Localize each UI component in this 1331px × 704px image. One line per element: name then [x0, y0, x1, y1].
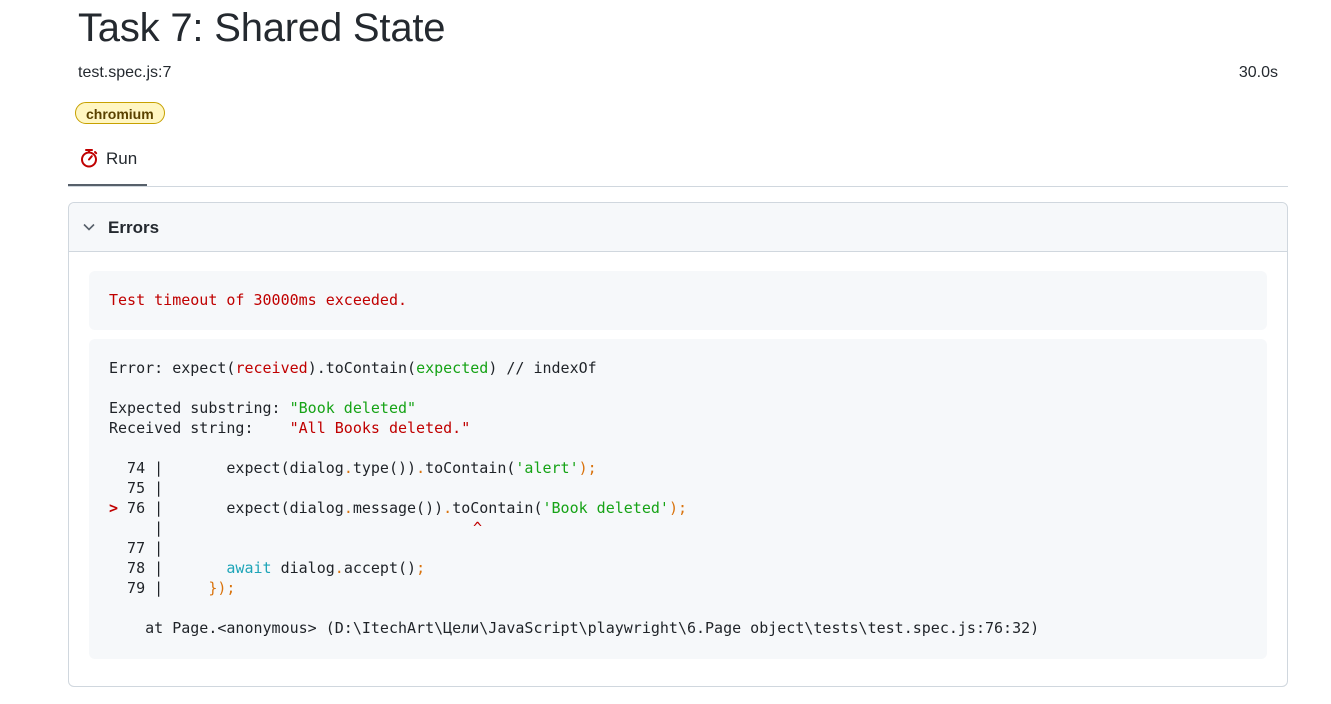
tab-run[interactable]: Run [68, 138, 147, 186]
code-caret-bar: | [109, 519, 164, 537]
code-line-74: 74 | expect(dialog.type()).toContain('al… [109, 459, 597, 477]
tab-run-label: Run [106, 149, 138, 168]
errors-panel-title: Errors [108, 218, 160, 237]
error-caret: ^ [473, 519, 483, 537]
errors-panel-header[interactable]: Errors [69, 203, 1287, 252]
code-line-75: 75 | [109, 479, 164, 497]
tab-bar: Run [68, 138, 1288, 187]
chevron-down-icon [83, 223, 95, 231]
page-title: Task 7: Shared State [78, 6, 446, 50]
timeout-message: Test timeout of 30000ms exceeded. [109, 291, 408, 309]
test-file-location: test.spec.js:7 [78, 64, 172, 81]
error-line-marker: > [109, 499, 119, 517]
code-line-76: > 76 | expect(dialog.message()).toContai… [109, 499, 687, 517]
errors-panel: Errors Test timeout of 30000ms exceeded.… [68, 202, 1288, 687]
stopwatch-icon [81, 149, 98, 168]
assertion-error-box: Error: expect(received).toContain(expect… [89, 339, 1267, 659]
code-line-79: 79 | }); [109, 579, 236, 597]
project-badge[interactable]: chromium [75, 102, 165, 124]
test-duration: 30.0s [1238, 64, 1278, 81]
stack-trace[interactable]: at Page.<anonymous> (D:\ItechArt\Цели\Ja… [109, 618, 1039, 638]
code-line-77: 77 | [109, 539, 164, 557]
timeout-error-box: Test timeout of 30000ms exceeded. [89, 271, 1267, 330]
received-line: Received string: "All Books deleted." [109, 419, 471, 437]
expected-line: Expected substring: "Book deleted" [109, 399, 417, 417]
code-line-78: 78 | await dialog.accept(); [109, 559, 426, 577]
error-headline: Error: expect(received).toContain(expect… [109, 359, 597, 377]
